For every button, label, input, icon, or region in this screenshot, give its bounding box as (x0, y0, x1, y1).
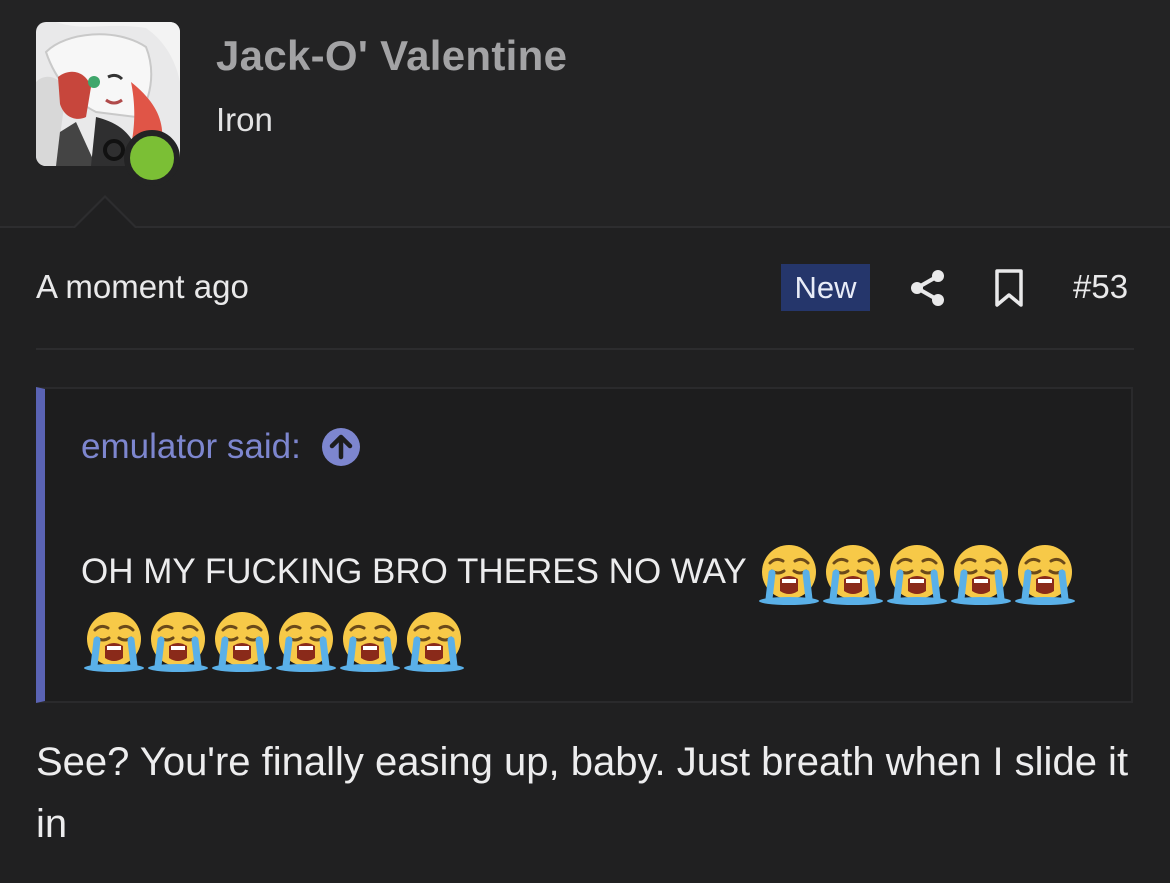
crying-face-icon (820, 541, 886, 607)
crying-face-icon (756, 541, 822, 607)
new-badge: New (781, 264, 870, 311)
quote-author-label[interactable]: emulator said: (81, 427, 301, 467)
post-date[interactable]: A moment ago (36, 268, 249, 306)
crying-face-icon (948, 541, 1014, 607)
meta-divider (36, 348, 1134, 350)
bookmark-icon[interactable] (992, 268, 1026, 308)
header-divider (0, 226, 1170, 228)
reply-text: See? You're finally easing up, baby. Jus… (36, 740, 1129, 846)
username[interactable]: Jack-O' Valentine (216, 32, 567, 80)
online-status-dot (124, 130, 180, 186)
crying-face-icon (1012, 541, 1078, 607)
crying-face-icon (81, 608, 147, 674)
quote-text-content: OH MY FUCKING BRO THERES NO WAY (81, 552, 747, 591)
quote-text: OH MY FUCKING BRO THERES NO WAY (81, 540, 1101, 674)
quote-author[interactable]: emulator said: (81, 427, 361, 467)
crying-face-icon (337, 608, 403, 674)
user-title: Iron (216, 101, 273, 138)
go-to-quote-icon[interactable] (321, 427, 361, 467)
share-icon[interactable] (908, 268, 948, 308)
pointer-arrow-inner (74, 198, 136, 229)
crying-face-icon (884, 541, 950, 607)
post-number[interactable]: #53 (1073, 268, 1128, 306)
crying-face-icon (209, 608, 275, 674)
crying-face-icon (273, 608, 339, 674)
crying-face-icon (145, 608, 211, 674)
crying-face-icon (401, 608, 467, 674)
